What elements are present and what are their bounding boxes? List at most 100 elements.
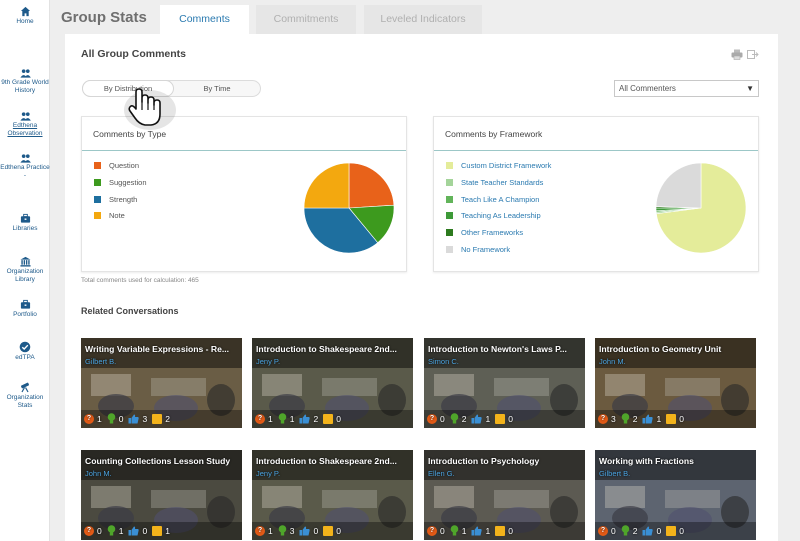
- strength-count: 1: [471, 526, 490, 536]
- question-count: ? 0: [427, 413, 445, 424]
- note-count: 2: [152, 413, 170, 424]
- institution-icon: [19, 256, 31, 267]
- sidebar-item-label: Libraries: [12, 225, 38, 232]
- legend-label: Strength: [109, 194, 138, 204]
- conversation-title: Working with Fractions: [599, 456, 694, 466]
- strength-count-value: 1: [485, 525, 491, 536]
- print-icon[interactable]: [731, 49, 743, 60]
- lightbulb-icon: [278, 413, 287, 424]
- by-time-toggle[interactable]: By Time: [173, 81, 261, 96]
- suggestion-count-value: 2: [461, 413, 467, 424]
- commenter-select[interactable]: All Commenters ▼: [614, 80, 759, 97]
- question-icon: ?: [598, 525, 608, 536]
- sidebar-item-organization-stats[interactable]: Organization Stats: [0, 381, 50, 409]
- tab-comments[interactable]: Comments: [160, 5, 249, 34]
- conversation-author: Ellen G.: [428, 469, 455, 478]
- conversation-card[interactable]: Introduction to Shakespeare 2nd... Jeny P…: [252, 338, 413, 428]
- legend-item: No Framework: [446, 245, 551, 262]
- hand-pointer-cursor: [124, 88, 176, 130]
- thumbs-up-icon: [299, 526, 311, 535]
- note-count: 0: [666, 525, 684, 536]
- legend-label: Question: [109, 161, 140, 170]
- conversation-title: Introduction to Shakespeare 2nd...: [256, 456, 397, 466]
- legend-swatch: [446, 212, 453, 220]
- note-count: 0: [323, 413, 341, 424]
- sidebar-item-portfolio[interactable]: Portfolio: [0, 299, 50, 319]
- legend-item: Strength: [94, 195, 147, 212]
- question-count: ? 3: [598, 413, 616, 424]
- suggestion-count: 1: [278, 413, 294, 424]
- suggestion-count-value: 2: [632, 413, 638, 424]
- legend-swatch: [94, 162, 101, 169]
- strength-count: 3: [128, 414, 147, 424]
- total-comments-note: Total comments used for calculation: 465: [81, 277, 199, 284]
- note-count: 0: [495, 525, 513, 536]
- pie-slice-question: [348, 162, 395, 209]
- note-count-value: 1: [165, 525, 170, 536]
- conversation-card[interactable]: Introduction to Shakespeare 2nd... Jeny P…: [252, 450, 413, 540]
- sidebar-item-9th-grade-world-history[interactable]: 9th Grade World History: [0, 68, 50, 94]
- conversation-author: Jeny P.: [256, 469, 281, 478]
- legend-item: Suggestion: [94, 178, 147, 195]
- lightbulb-icon: [450, 413, 459, 424]
- strength-count-value: 0: [313, 525, 319, 536]
- legend-label: Custom District Framework: [461, 161, 552, 170]
- note-count-value: 2: [165, 413, 170, 424]
- strength-count: 1: [642, 414, 661, 424]
- note-count-value: 0: [508, 413, 513, 424]
- note-count: 1: [152, 525, 170, 536]
- suggestion-count: 3: [278, 525, 295, 536]
- sidebar-item-edthena-observation[interactable]: Edthena Observation: [0, 111, 50, 137]
- comments-by-type-card: Comments by Type Question Suggestion Stren…: [81, 116, 407, 272]
- thumbs-up-icon: [642, 526, 654, 535]
- suggestion-count-value: 3: [289, 525, 295, 536]
- thumbs-up-icon: [128, 526, 140, 535]
- conversation-card[interactable]: Introduction to Psychology Ellen G.? 0 1 1 0: [424, 450, 585, 540]
- sidebar-item-edtpa[interactable]: edTPA: [0, 341, 50, 362]
- strength-count: 0: [299, 526, 318, 536]
- lightbulb-icon: [107, 525, 116, 536]
- conversation-title: Writing Variable Expressions - Re...: [85, 344, 230, 354]
- suggestion-count: 2: [621, 413, 638, 424]
- sidebar-item-label: 9th Grade World History: [1, 79, 49, 94]
- sidebar-item-label: Organization Library: [6, 268, 44, 283]
- legend-swatch: [94, 212, 101, 220]
- note-count-value: 0: [679, 413, 684, 424]
- question-count-value: 0: [611, 525, 616, 536]
- conversation-author: Gilbert B.: [85, 357, 117, 366]
- question-count: ? 1: [84, 413, 102, 424]
- legend-label: Teaching As Leadership: [461, 211, 541, 221]
- conversation-card[interactable]: Working with Fractions Gilbert B.? 0 2 0 0: [595, 450, 756, 540]
- conversation-card[interactable]: Counting Collections Lesson Study John M.…: [81, 450, 242, 540]
- conversation-card[interactable]: Writing Variable Expressions - Re... Gilb…: [81, 338, 242, 428]
- tab-leveled-indicators[interactable]: Leveled Indicators: [364, 5, 482, 34]
- conversation-stats: ? 3 2 1 0: [598, 413, 689, 424]
- conversation-card[interactable]: Introduction to Geometry Unit John M.? 3 2 1…: [595, 338, 756, 428]
- export-icon[interactable]: [747, 49, 759, 60]
- conversation-card[interactable]: Introduction to Newton's Laws P... Simon …: [424, 338, 585, 428]
- legend-swatch: [94, 178, 101, 186]
- conversation-stats: ? 0 2 0 0: [598, 525, 689, 536]
- suggestion-count: 1: [107, 525, 124, 536]
- sidebar-item-organization-library[interactable]: Organization Library: [0, 256, 50, 283]
- question-count: ? 1: [255, 525, 273, 536]
- conversation-author: Gilbert B.: [599, 469, 631, 478]
- conversation-stats: ? 1 0 3 2: [84, 413, 175, 424]
- sidebar-item-edthena-practice[interactable]: Edthena Practice -: [0, 153, 50, 179]
- question-icon: ?: [427, 413, 437, 424]
- conversation-title: Introduction to Shakespeare 2nd...: [256, 344, 397, 354]
- sidebar-item-home[interactable]: Home: [0, 6, 50, 26]
- chart-title: Comments by Framework: [445, 129, 543, 139]
- tab-commitments[interactable]: Commitments: [256, 5, 356, 34]
- question-icon: ?: [84, 525, 94, 536]
- sidebar-item-label: Home: [16, 18, 34, 25]
- legend-item: Teach Like A Champion: [446, 195, 551, 212]
- suggestion-count-value: 1: [118, 525, 124, 536]
- sidebar-item-label: Edthena Practice -: [0, 164, 50, 179]
- sidebar-item-libraries[interactable]: Libraries: [0, 213, 50, 233]
- section-title: All Group Comments: [81, 48, 187, 60]
- legend-label: Teach Like A Champion: [461, 194, 540, 204]
- briefcase-icon: [20, 299, 30, 309]
- group-icon: [19, 154, 31, 163]
- briefcase-icon: [20, 213, 30, 223]
